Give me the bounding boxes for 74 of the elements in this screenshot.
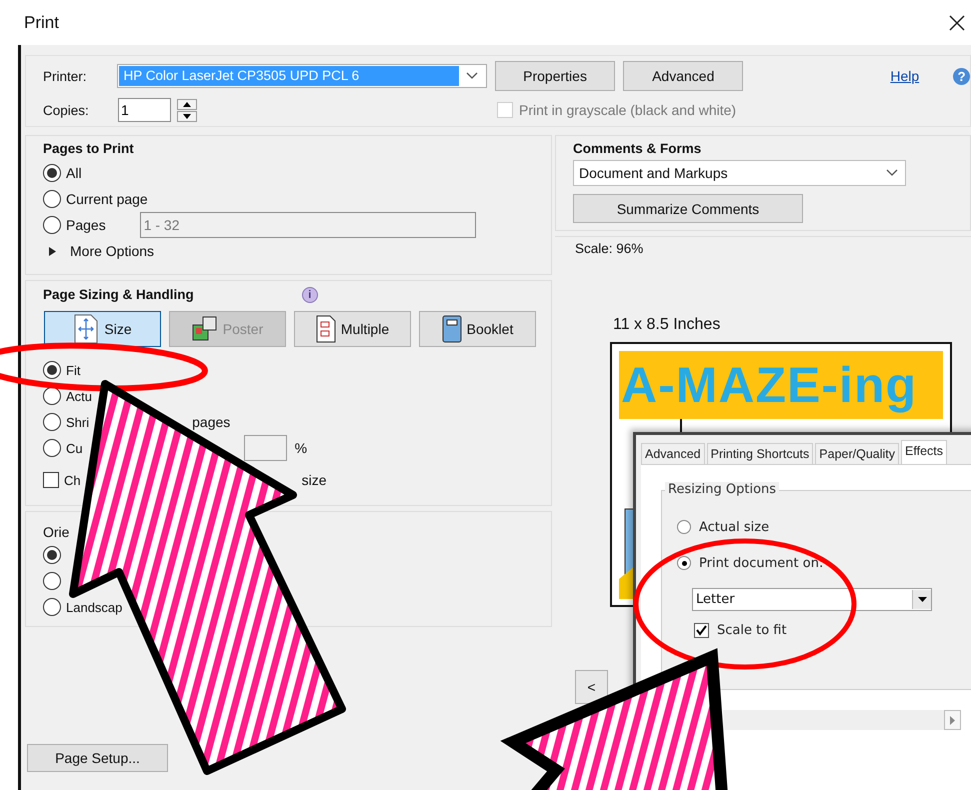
pages-icon — [316, 315, 336, 343]
tiles-icon — [192, 316, 218, 342]
book-icon — [442, 315, 462, 343]
help-link[interactable]: Help — [890, 68, 920, 84]
copies-field[interactable]: 1 — [118, 98, 171, 122]
booklet-button[interactable]: Booklet — [419, 311, 536, 347]
group-title: Resizing Options — [665, 482, 780, 497]
option-label: Scale to fit — [717, 622, 787, 638]
info-icon[interactable]: i — [302, 287, 318, 303]
dropdown-arrow-icon — [918, 596, 926, 602]
radio-button[interactable] — [43, 361, 61, 379]
option-label: Actual size — [699, 520, 770, 534]
printer-label: Printer: — [43, 68, 88, 84]
radio-button[interactable] — [677, 556, 691, 570]
properties-button[interactable]: Properties — [494, 61, 616, 91]
scale-field[interactable] — [244, 435, 287, 461]
scrollbar[interactable] — [723, 710, 961, 730]
tab[interactable]: Advanced — [641, 443, 705, 464]
help-icon[interactable]: ? — [953, 68, 970, 84]
window-title: Print — [24, 12, 59, 32]
tab[interactable]: Paper/Quality — [815, 443, 900, 464]
option-label: All — [66, 165, 82, 181]
page-setup-button[interactable]: Page Setup... — [27, 744, 168, 772]
checkbox[interactable] — [694, 622, 709, 638]
paper-size-dropdown[interactable]: Letter — [692, 588, 932, 610]
chevron-down-icon — [886, 169, 898, 177]
more-options-link[interactable]: More Options — [70, 243, 154, 259]
expand-icon[interactable] — [49, 246, 56, 256]
page-size-label: 11 x 8.5 Inches — [613, 316, 722, 334]
option-label: Shri — [66, 414, 90, 430]
option-label: Ch — [64, 472, 81, 488]
radio-button[interactable] — [43, 387, 61, 405]
section-title: Orie — [43, 524, 70, 542]
chevron-down-icon — [466, 72, 478, 80]
copies-label: Copies: — [43, 102, 90, 118]
radio-button[interactable] — [43, 546, 61, 564]
pages-field[interactable]: 1 - 32 — [140, 212, 476, 238]
title-banner: A-MAZE-ing — [619, 351, 943, 419]
tab[interactable]: Printing Shortcuts — [706, 443, 814, 464]
option-label: Landscap — [66, 600, 122, 614]
radio-button[interactable] — [43, 413, 61, 431]
scale-label: Scale: 96% — [575, 241, 644, 256]
previous-page-button[interactable]: < — [575, 670, 608, 704]
copies-spinner[interactable] — [177, 98, 197, 122]
option-label: size — [302, 472, 327, 488]
tab[interactable]: Effects — [901, 440, 947, 464]
section-title: Pages to Print — [43, 140, 135, 158]
option-label: Actu — [66, 388, 92, 404]
option-label: Fit — [66, 362, 80, 378]
section-title: Comments & Forms — [573, 140, 702, 158]
grayscale-label: Print in grayscale (black and white) — [519, 102, 736, 118]
checkbox[interactable] — [43, 472, 59, 488]
radio-button[interactable] — [43, 164, 61, 182]
comments-dropdown[interactable]: Document and Markups — [573, 160, 906, 186]
summarize-comments-button[interactable]: Summarize Comments — [573, 194, 803, 223]
section-title: Page Sizing & Handling — [43, 286, 194, 304]
scroll-right-icon[interactable] — [950, 716, 955, 724]
radio-button[interactable] — [43, 572, 61, 590]
radio-button[interactable] — [43, 439, 61, 457]
option-label: Pages — [66, 217, 106, 233]
radio-button[interactable] — [43, 216, 61, 234]
resize-icon — [73, 314, 100, 344]
percent-label: % — [294, 440, 308, 456]
multiple-button[interactable]: Multiple — [294, 311, 411, 347]
option-label: Print document on: — [699, 556, 824, 570]
option-label: Current page — [66, 191, 148, 207]
close-icon[interactable] — [949, 14, 965, 30]
radio-button[interactable] — [43, 598, 61, 616]
advanced-button[interactable]: Advanced — [623, 61, 744, 91]
option-label: Cu — [66, 440, 83, 456]
radio-button[interactable] — [677, 520, 691, 534]
option-label: pages — [192, 414, 230, 430]
size-button[interactable]: Size — [44, 311, 161, 347]
radio-button[interactable] — [43, 190, 61, 208]
